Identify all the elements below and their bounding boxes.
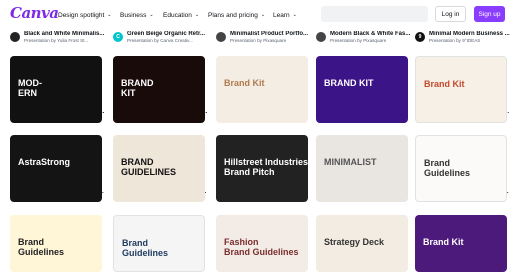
template-author: Presentation by Pixasquare — [330, 37, 387, 43]
template-caption[interactable]: C Green Beige Organic Retr... Presentation… — [113, 31, 208, 43]
thumbnail-text: MOD- ERN — [18, 78, 42, 98]
template-thumbnail[interactable]: Brand Guidelines — [10, 215, 102, 272]
top-navbar: Canva Design spotlight ⌄ Business ⌄ Educat… — [0, 0, 520, 28]
chevron-down-icon: ⌄ — [149, 12, 154, 18]
thumbnail-text: Brand Guidelines — [424, 158, 471, 178]
thumbnail-text: Brand Guidelines — [122, 238, 169, 258]
template-thumbnail[interactable]: Brand Guidelines — [113, 215, 205, 272]
author-avatar: 9 — [415, 32, 425, 42]
template-thumbnail[interactable]: MINIMALIST — [316, 135, 408, 202]
nav-learn[interactable]: Learn ⌄ — [273, 10, 297, 20]
thumbnail-text: Brand Guidelines — [18, 237, 65, 257]
template-thumbnail[interactable]: BRAND KIT — [113, 56, 205, 123]
thumbnail-text: Brand Kit — [424, 79, 465, 89]
nav-education[interactable]: Education ⌄ — [163, 10, 199, 20]
template-caption[interactable]: Modern Black & White Fas... Presentation … — [316, 31, 411, 43]
thumbnail-text: MINIMALIST — [324, 157, 377, 167]
template-title: Green Beige Organic Retr... — [127, 30, 206, 37]
signup-button[interactable]: Sign up — [474, 6, 505, 22]
template-author: Presentation by 9°IDEAS — [429, 37, 481, 43]
nav-business[interactable]: Business ⌄ — [120, 10, 154, 20]
author-avatar — [216, 32, 226, 42]
chevron-down-icon: ⌄ — [260, 12, 266, 18]
template-thumbnail[interactable]: Brand Kit — [216, 56, 308, 123]
template-caption[interactable]: Minimalist Product Portfo... Presentation… — [216, 31, 311, 43]
nav-label: Plans and pricing — [208, 11, 258, 19]
nav-plans-and-pricing[interactable]: Plans and pricing ⌄ — [208, 10, 265, 20]
thumbnail-text: BRAND KIT — [324, 78, 374, 88]
thumbnail-text: Brand Kit — [224, 78, 265, 88]
thumbnail-text: Fashion Brand Guidelines — [224, 237, 299, 257]
template-caption[interactable]: Black and White Minimalis... Presentation… — [10, 31, 105, 43]
thumbnail-text: Brand Kit — [423, 237, 464, 247]
canva-logo[interactable]: Canva — [10, 4, 59, 22]
author-avatar — [10, 32, 20, 42]
template-thumbnail[interactable]: BRAND KIT — [316, 56, 408, 123]
template-thumbnail[interactable]: MOD- ERN — [10, 56, 102, 123]
template-title: Modern Black & White Fas... — [330, 30, 411, 37]
template-title: Minimal Modern Business ... — [429, 30, 510, 37]
template-thumbnail[interactable]: BRAND GUIDELINES — [113, 135, 205, 202]
template-thumbnail[interactable]: Brand Kit — [415, 56, 507, 123]
nav-label: Design spotlight — [58, 11, 105, 19]
template-title: Black and White Minimalis... — [24, 30, 105, 37]
template-thumbnail[interactable]: Brand Guidelines — [415, 135, 507, 202]
thumbnail-text: BRAND GUIDELINES — [121, 157, 177, 177]
thumbnail-text: AstraStrong — [18, 157, 71, 167]
template-thumbnail[interactable]: AstraStrong — [10, 135, 102, 202]
template-thumbnail[interactable]: Fashion Brand Guidelines — [216, 215, 308, 272]
nav-design-spotlight[interactable]: Design spotlight ⌄ — [58, 10, 111, 20]
author-avatar — [316, 32, 326, 42]
thumbnail-text: Hillstreet Industries Brand Pitch — [224, 157, 308, 177]
chevron-down-icon: ⌄ — [107, 12, 112, 18]
template-caption[interactable]: 9 Minimal Modern Business ... Presentation… — [415, 31, 510, 43]
nav-label: Business — [120, 11, 147, 19]
chevron-down-icon: ⌄ — [292, 12, 297, 18]
thumbnail-text: Strategy Deck — [324, 237, 385, 247]
chevron-down-icon: ⌄ — [194, 12, 200, 18]
template-thumbnail[interactable]: Strategy Deck — [316, 215, 408, 272]
template-author: Presentation by Yulia Frost St... — [24, 37, 89, 43]
search-input[interactable] — [321, 6, 428, 22]
login-button[interactable]: Log in — [435, 6, 466, 22]
thumbnail-text: BRAND KIT — [121, 78, 154, 98]
nav-label: Learn — [273, 11, 290, 19]
template-thumbnail[interactable]: Hillstreet Industries Brand Pitch — [216, 135, 308, 202]
template-thumbnail[interactable]: Brand Kit — [415, 215, 507, 272]
template-author: Presentation by Pixasquare — [230, 37, 287, 43]
nav-label: Education — [163, 11, 192, 19]
template-author: Presentation by Canva Creativ... — [127, 37, 193, 43]
author-avatar: C — [113, 32, 123, 42]
template-title: Minimalist Product Portfo... — [230, 30, 309, 37]
